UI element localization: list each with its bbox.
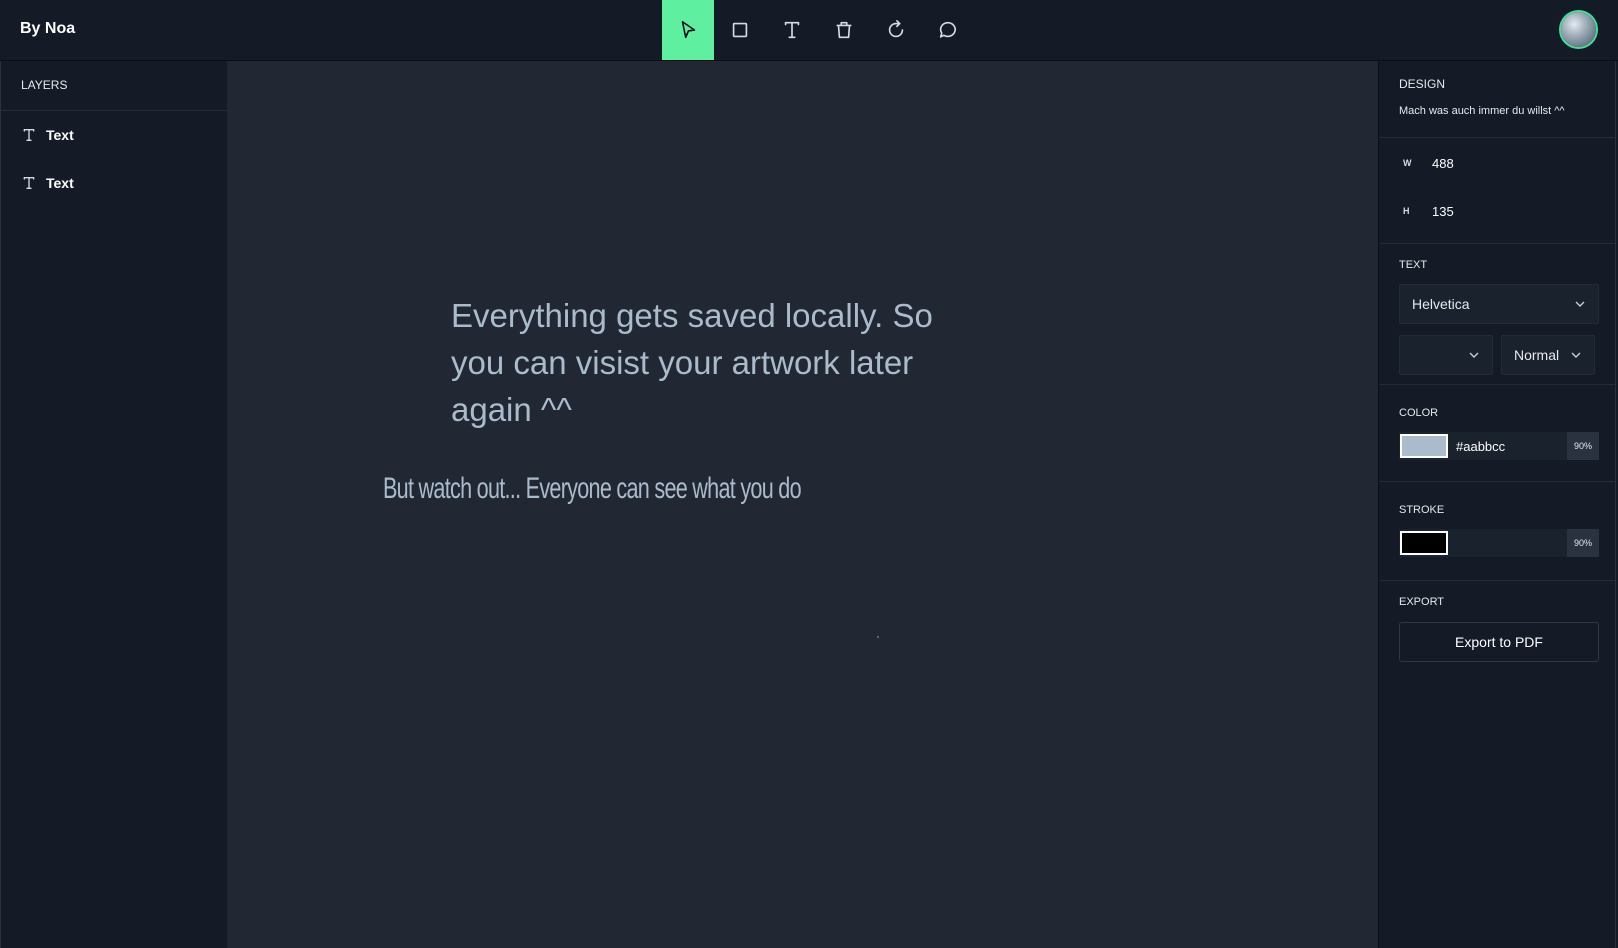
avatar[interactable] <box>1561 12 1596 47</box>
font-weight-value: Normal <box>1514 347 1560 363</box>
layers-panel: LAYERS Text Text <box>0 61 228 948</box>
drawing-canvas[interactable]: Everything gets saved locally. So you ca… <box>227 61 1378 948</box>
text-icon <box>23 129 35 141</box>
canvas-text-object[interactable]: Everything gets saved locally. So you ca… <box>451 292 971 433</box>
canvas-text-object[interactable]: But watch out... Everyone can see what y… <box>383 469 802 509</box>
trash-icon <box>836 21 852 39</box>
font-size-select[interactable] <box>1399 335 1493 375</box>
export-section-title: EXPORT <box>1399 596 1445 608</box>
fill-color-swatch[interactable] <box>1400 434 1448 458</box>
design-header: DESIGN Mach was auch immer du willst ^^ <box>1379 61 1615 138</box>
chat-bubble-icon <box>939 21 956 38</box>
export-section: EXPORT Export to PDF <box>1379 581 1615 662</box>
stroke-opacity[interactable]: 90% <box>1567 529 1599 557</box>
stroke-color-swatch[interactable] <box>1400 531 1448 555</box>
canvas-point <box>877 636 879 638</box>
design-title: DESIGN <box>1399 77 1446 91</box>
layer-item[interactable]: Text <box>1 159 227 207</box>
comment-tool-button[interactable] <box>922 0 974 60</box>
width-field[interactable]: 488 <box>1432 156 1454 171</box>
layer-item-label: Text <box>46 127 74 143</box>
color-section: COLOR #aabbcc 90% <box>1379 385 1615 482</box>
font-family-select[interactable]: Helvetica <box>1399 284 1599 324</box>
chevron-down-icon <box>1469 352 1479 358</box>
delete-tool-button[interactable] <box>818 0 870 60</box>
brand-title: By Noa <box>20 20 76 37</box>
stroke-section-title: STROKE <box>1399 504 1445 516</box>
layer-item-label: Text <box>46 175 74 191</box>
chevron-down-icon <box>1571 352 1581 358</box>
toolbar <box>662 0 974 60</box>
dimensions-section: W 488 H 135 <box>1379 138 1615 244</box>
select-tool-button[interactable] <box>662 0 714 60</box>
text-section-title: TEXT <box>1399 259 1428 271</box>
font-weight-select[interactable]: Normal <box>1501 335 1595 375</box>
text-tool-button[interactable] <box>766 0 818 60</box>
fill-opacity[interactable]: 90% <box>1567 432 1599 460</box>
fill-color-hex[interactable]: #aabbcc <box>1456 439 1505 454</box>
width-label: W <box>1403 158 1412 168</box>
text-icon <box>784 21 800 39</box>
stroke-section: STROKE 90% <box>1379 482 1615 581</box>
height-field[interactable]: 135 <box>1432 204 1454 219</box>
cursor-icon <box>681 20 696 39</box>
design-panel: DESIGN Mach was auch immer du willst ^^ … <box>1378 61 1618 948</box>
reset-tool-button[interactable] <box>870 0 922 60</box>
square-icon <box>732 22 748 38</box>
design-subtitle: Mach was auch immer du willst ^^ <box>1399 105 1565 117</box>
text-section: TEXT Helvetica Normal <box>1379 244 1615 385</box>
text-icon <box>23 177 35 189</box>
layers-title: LAYERS <box>1 61 227 111</box>
color-section-title: COLOR <box>1399 407 1439 419</box>
font-family-value: Helvetica <box>1412 296 1470 312</box>
rectangle-tool-button[interactable] <box>714 0 766 60</box>
chevron-down-icon <box>1575 301 1585 307</box>
height-label: H <box>1403 206 1410 216</box>
refresh-icon <box>888 20 904 38</box>
layer-item[interactable]: Text <box>1 111 227 159</box>
top-bar: By Noa <box>0 0 1618 61</box>
export-pdf-button[interactable]: Export to PDF <box>1399 622 1599 662</box>
